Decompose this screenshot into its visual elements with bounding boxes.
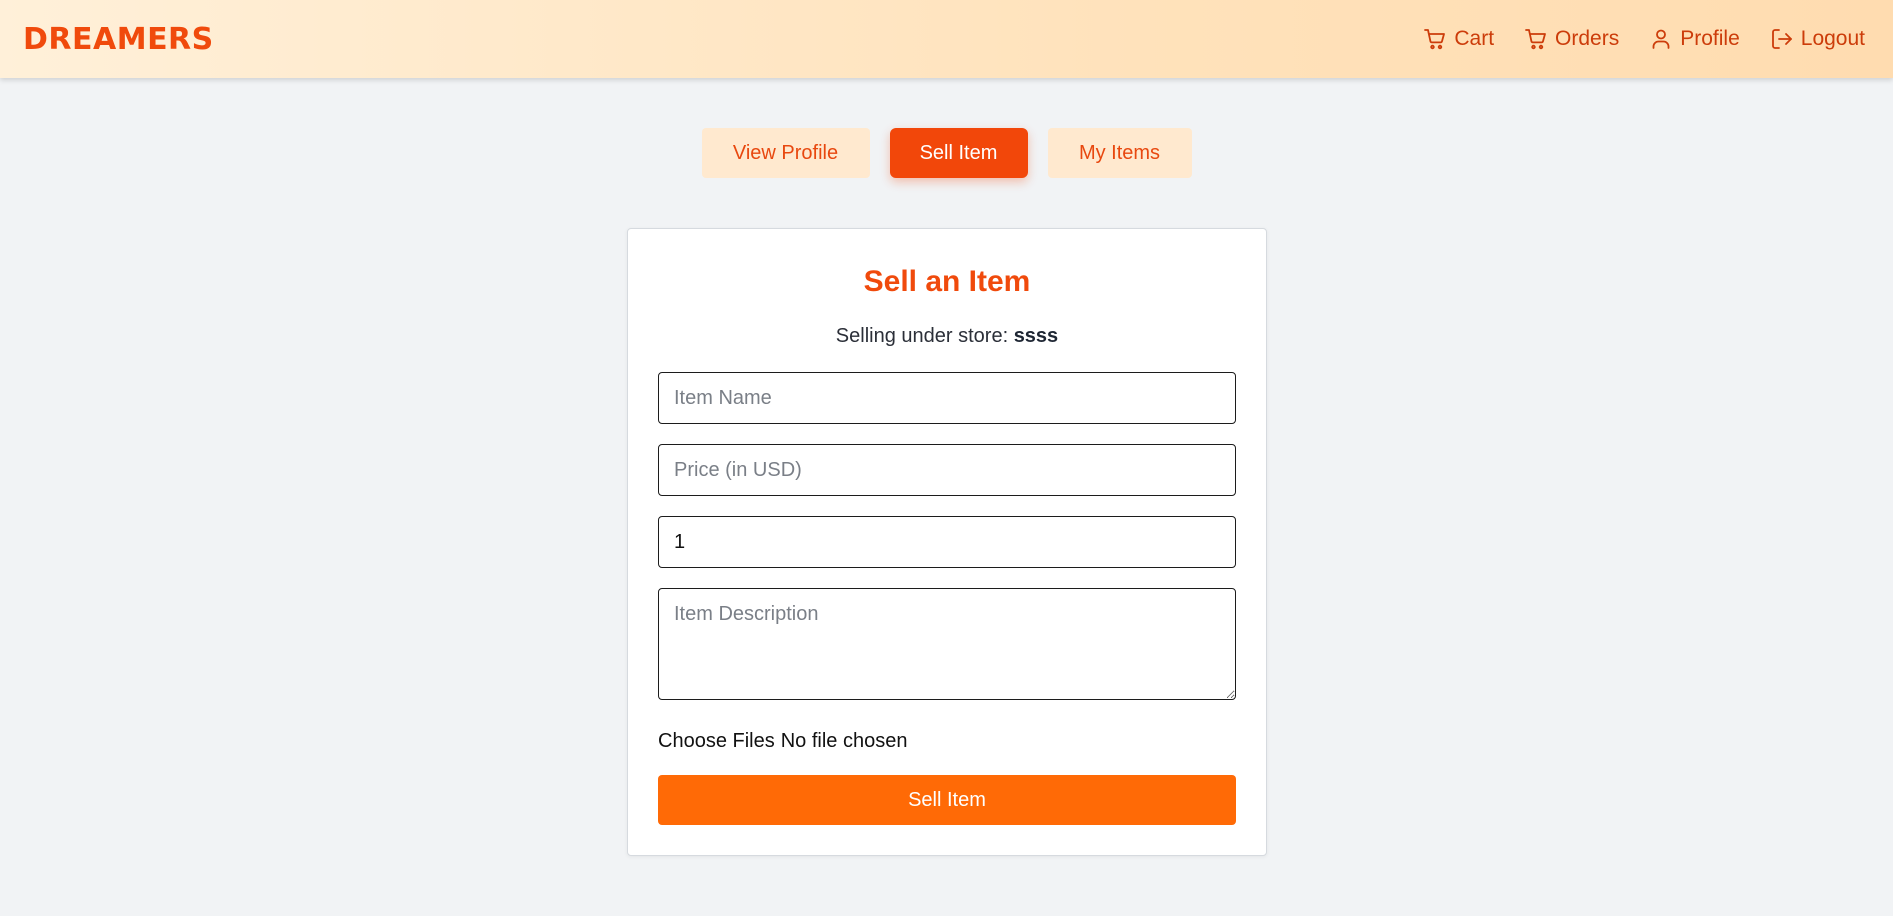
tab-view-profile[interactable]: View Profile	[701, 128, 870, 178]
nav-profile-label: Profile	[1680, 27, 1740, 50]
nav-logout-link[interactable]: Logout	[1770, 27, 1865, 51]
user-icon	[1649, 27, 1673, 51]
profile-tabs: View Profile Sell Item My Items	[0, 128, 1893, 178]
sell-item-submit-button[interactable]: Sell Item	[658, 775, 1236, 825]
item-description-textarea[interactable]	[658, 588, 1236, 700]
nav-profile-link[interactable]: Profile	[1649, 27, 1740, 51]
nav-orders-link[interactable]: Orders	[1524, 27, 1619, 51]
nav-logout-label: Logout	[1800, 27, 1865, 50]
page-title: Sell an Item	[863, 265, 1031, 298]
nav-cart-link[interactable]: Cart	[1423, 27, 1494, 51]
sell-item-card: Sell an Item Selling under store: ssss C…	[627, 228, 1267, 856]
tab-my-items[interactable]: My Items	[1047, 128, 1192, 178]
item-name-input[interactable]	[658, 372, 1236, 424]
quantity-input[interactable]	[658, 516, 1236, 568]
price-input[interactable]	[658, 444, 1236, 496]
store-info: Selling under store: ssss	[658, 325, 1236, 348]
nav-orders-label: Orders	[1555, 27, 1620, 50]
tab-sell-item[interactable]: Sell Item	[889, 128, 1028, 178]
choose-files-button[interactable]: Choose Files	[658, 730, 775, 753]
store-name: ssss	[1013, 325, 1059, 347]
brand-logo[interactable]: DREAMERS	[23, 22, 214, 57]
store-prefix-label: Selling under store:	[835, 325, 1014, 347]
top-navbar: DREAMERS Cart Orders Profile Logout	[0, 0, 1893, 78]
nav-links: Cart Orders Profile Logout	[1423, 27, 1865, 51]
logout-icon	[1770, 27, 1794, 51]
file-upload: Choose Files No file chosen	[658, 730, 1236, 753]
nav-cart-label: Cart	[1454, 27, 1495, 50]
cart-icon	[1423, 27, 1447, 51]
cart-icon	[1524, 27, 1548, 51]
file-status-text: No file chosen	[780, 730, 908, 752]
